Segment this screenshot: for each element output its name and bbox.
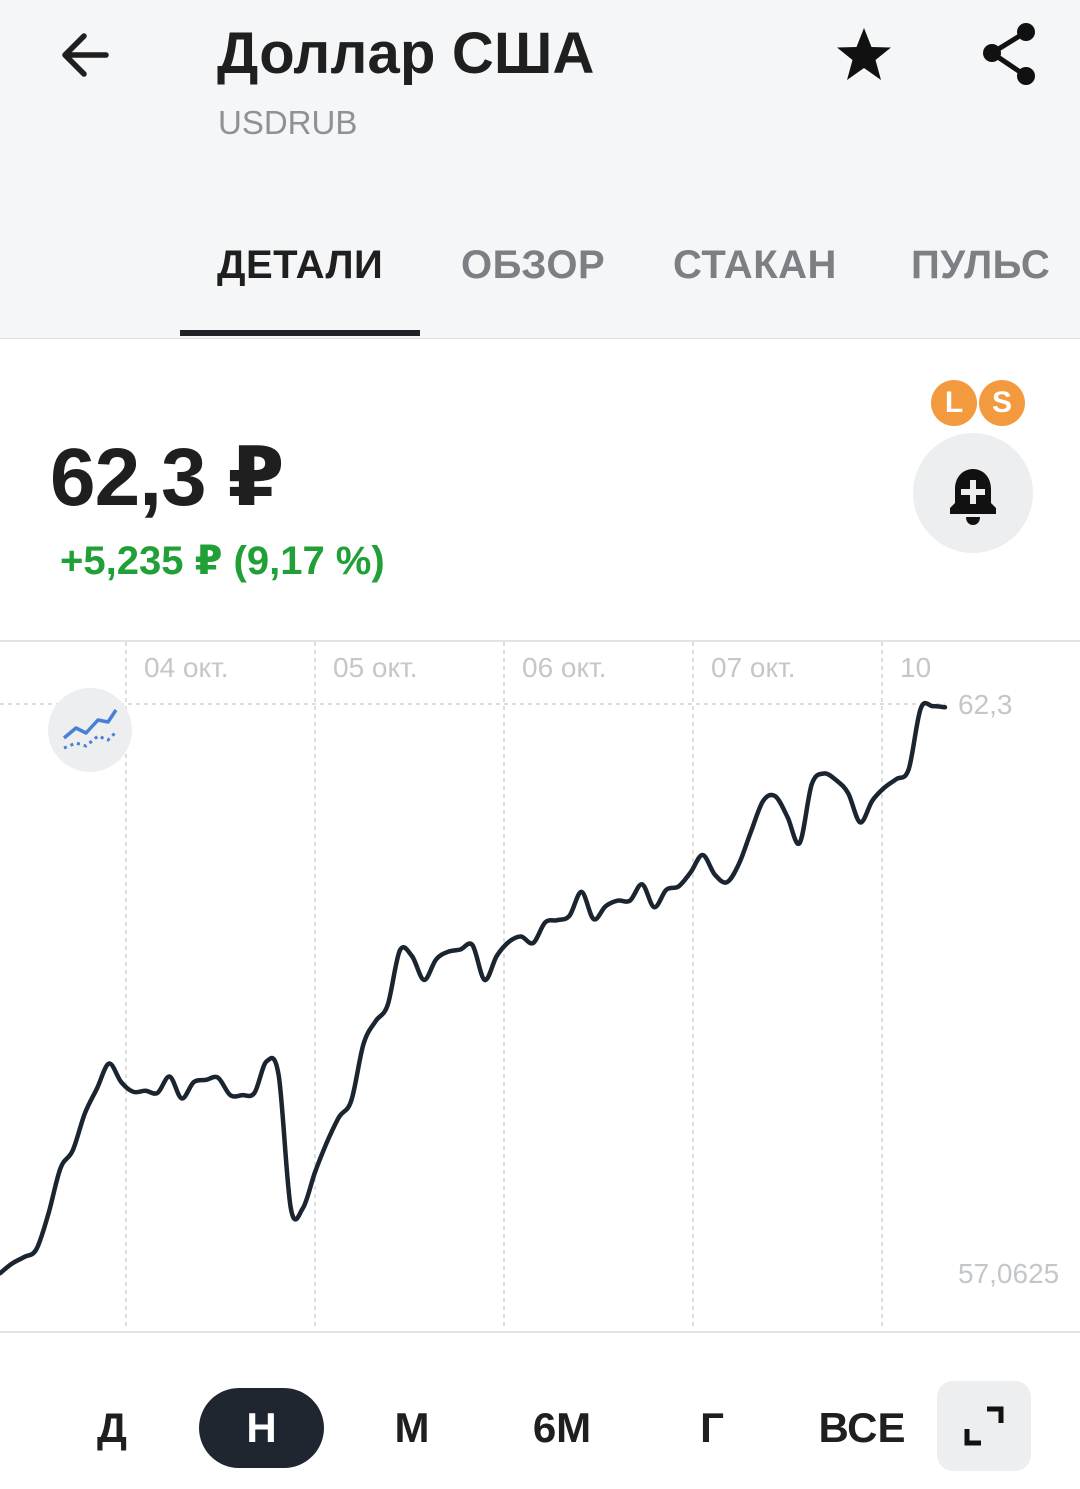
expand-chart-button[interactable]	[937, 1381, 1031, 1471]
share-button[interactable]	[974, 18, 1046, 90]
app-header: Доллар США USDRUB ДЕТАЛИ ОБЗОР СТАКАН ПУ…	[0, 0, 1080, 339]
ticker-label: USDRUB	[218, 104, 358, 141]
short-badge: S	[979, 380, 1025, 426]
price-series-line	[0, 700, 948, 1276]
long-badge: L	[931, 380, 977, 426]
indicators-button[interactable]	[48, 688, 132, 772]
y-tick-label: 62,3	[958, 689, 1013, 720]
period-month[interactable]: М	[378, 1388, 446, 1468]
x-tick-label: 10	[900, 652, 931, 683]
tab-details[interactable]: ДЕТАЛИ	[217, 243, 383, 288]
trend-indicator-icon	[62, 709, 118, 750]
star-icon	[837, 28, 891, 80]
arrow-left-icon	[62, 33, 109, 77]
share-icon	[983, 23, 1035, 85]
favorite-button[interactable]	[830, 22, 898, 90]
period-day[interactable]: Д	[80, 1388, 144, 1468]
back-button[interactable]	[50, 20, 120, 90]
period-week[interactable]: Н	[199, 1388, 324, 1468]
period-all[interactable]: ВСЕ	[812, 1388, 912, 1468]
bell-plus-icon	[950, 469, 996, 525]
active-tab-indicator	[180, 330, 420, 336]
page-title: Доллар США	[217, 21, 595, 86]
current-price: 62,3 ₽	[50, 432, 284, 523]
expand-icon	[964, 1406, 1004, 1446]
price-chart[interactable]: 04 окт. 05 окт. 06 окт. 07 окт. 10 62,3 57,062…	[0, 640, 1080, 1335]
tab-overview[interactable]: ОБЗОР	[461, 243, 605, 288]
tab-pulse[interactable]: ПУЛЬС	[911, 243, 1050, 288]
y-tick-label: 57,0625	[958, 1258, 1059, 1289]
period-6-months[interactable]: 6М	[520, 1388, 604, 1468]
price-alert-button[interactable]	[913, 433, 1033, 553]
price-change: +5,235 ₽ (9,17 %)	[60, 539, 385, 583]
tab-order-book[interactable]: СТАКАН	[673, 243, 837, 288]
period-year[interactable]: Г	[684, 1388, 740, 1468]
x-tick-label: 06 окт.	[522, 652, 607, 683]
x-tick-label: 04 окт.	[144, 652, 229, 683]
x-tick-label: 05 окт.	[333, 652, 418, 683]
chart-canvas: 04 окт. 05 окт. 06 окт. 07 окт. 10 62,3 57,062…	[0, 640, 1080, 1333]
x-tick-label: 07 окт.	[711, 652, 796, 683]
